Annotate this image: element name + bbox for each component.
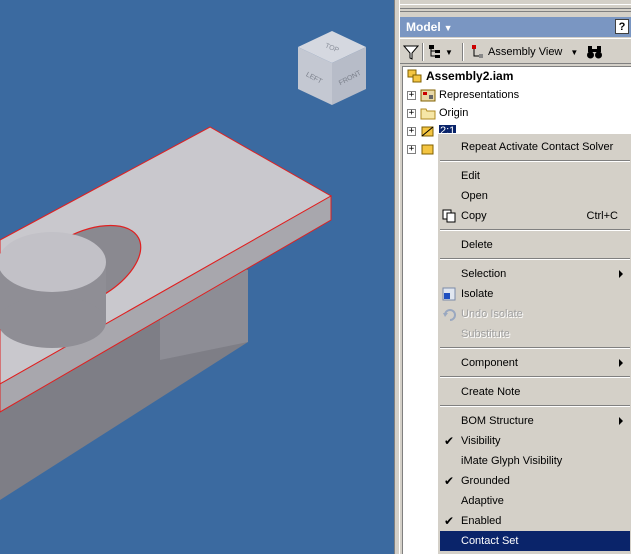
menu-item-label: Contact Set [461,535,519,547]
menu-item-label: Isolate [461,288,494,300]
undo-isolate-icon [443,309,456,321]
tree-item-representations[interactable]: + Representations [407,86,519,104]
assembly-view-icon [472,45,483,58]
submenu-arrow-icon [619,270,623,278]
hierarchy-icon [429,45,440,58]
menu-item-undo-isolate: Undo Isolate [440,304,630,324]
tree-root-label: Assembly2.iam [426,69,514,83]
assembly-view-dropdown[interactable]: Assembly View ▼ [470,43,578,61]
menu-item-component[interactable]: Component [440,353,630,373]
menu-item-create-note[interactable]: Create Note [440,382,630,402]
hierarchy-button[interactable]: ▼ [427,43,453,61]
menu-item-isolate[interactable]: Isolate [440,284,630,304]
menu-item-label: BOM Structure [461,415,534,427]
assembly-icon [407,69,422,83]
submenu-arrow-icon [619,417,623,425]
help-button[interactable]: ? [615,19,629,34]
menu-item-substitute: Substitute [440,324,630,344]
menu-item-label: Adaptive [461,495,504,507]
panel-grip[interactable] [400,4,631,12]
browser-toolbar: ▼ Assembly View ▼ [400,38,631,64]
shortcut-label: Ctrl+C [586,210,618,222]
filter-icon [403,45,419,60]
expand-icon[interactable]: + [407,144,416,154]
chevron-down-icon: ▼ [443,23,453,33]
menu-item-label: Create Note [461,386,521,398]
menu-item-open[interactable]: Open [440,186,630,206]
browser-header[interactable]: Model ▼ ? [400,17,631,37]
assembly-view-label: Assembly View [488,46,563,58]
menu-item-copy[interactable]: Copy Ctrl+C [440,206,630,226]
menu-item-label: Copy [461,210,487,222]
menu-item-contact-set[interactable]: Contact Set [440,531,630,551]
expand-icon[interactable]: + [407,126,416,136]
isolate-icon [442,287,456,301]
menu-item-selection[interactable]: Selection [440,264,630,284]
menu-item-label: Delete [461,239,493,251]
representations-icon [420,89,436,102]
checkmark-icon: ✔ [444,474,455,488]
submenu-arrow-icon [619,359,623,367]
menu-item-label: Selection [461,268,507,280]
menu-item-visibility[interactable]: ✔ Visibility [440,431,630,451]
viewcube[interactable]: TOP LEFT FRONT [298,31,366,105]
binoculars-icon [587,46,602,59]
menu-item-label: Edit [461,170,480,182]
menu-item-delete[interactable]: Delete [440,235,630,255]
checkmark-icon: ✔ [444,514,455,528]
menu-item-adaptive[interactable]: Adaptive [440,491,630,511]
menu-item-enabled[interactable]: ✔ Enabled [440,511,630,531]
grounded-part-icon [421,126,434,137]
context-menu: Repeat Activate Contact Solver Edit Open… [437,133,631,554]
menu-item-label: Undo Isolate [461,308,523,320]
checkmark-icon: ✔ [444,434,455,448]
part-icon [421,144,434,155]
menu-item-grounded[interactable]: ✔ Grounded [440,471,630,491]
tree-item-origin[interactable]: + Origin [407,104,468,122]
menu-item-label: Grounded [461,475,510,487]
browser-title: Model [406,20,441,34]
menu-item-label: Substitute [461,328,510,340]
menu-item-repeat[interactable]: Repeat Activate Contact Solver [440,137,630,157]
menu-item-imate-glyph[interactable]: iMate Glyph Visibility [440,451,630,471]
menu-item-bom-structure[interactable]: BOM Structure [440,411,630,431]
expand-icon[interactable]: + [407,90,416,100]
tree-item-part-2[interactable]: + [407,140,439,158]
find-button[interactable] [586,43,604,61]
chevron-down-icon: ▼ [445,47,453,57]
menu-item-label: Open [461,190,488,202]
part-model[interactable]: TOP LEFT FRONT [0,0,394,554]
graphics-window[interactable]: TOP LEFT FRONT [0,0,394,554]
tree-item-label: Origin [439,107,469,119]
copy-icon [442,209,456,223]
folder-icon [420,108,436,120]
menu-item-label: Visibility [461,435,501,447]
menu-item-label: iMate Glyph Visibility [461,455,563,467]
tree-root[interactable]: Assembly2.iam [407,67,513,85]
expand-icon[interactable]: + [407,108,416,118]
menu-item-label: Component [461,357,518,369]
menu-item-label: Enabled [461,515,502,527]
menu-item-edit[interactable]: Edit [440,166,630,186]
chevron-down-icon: ▼ [570,47,579,57]
menu-item-label: Repeat Activate Contact Solver [461,141,614,153]
cylinder-top [0,232,106,292]
filter-button[interactable] [403,43,419,61]
tree-item-label: Representations [439,89,520,101]
